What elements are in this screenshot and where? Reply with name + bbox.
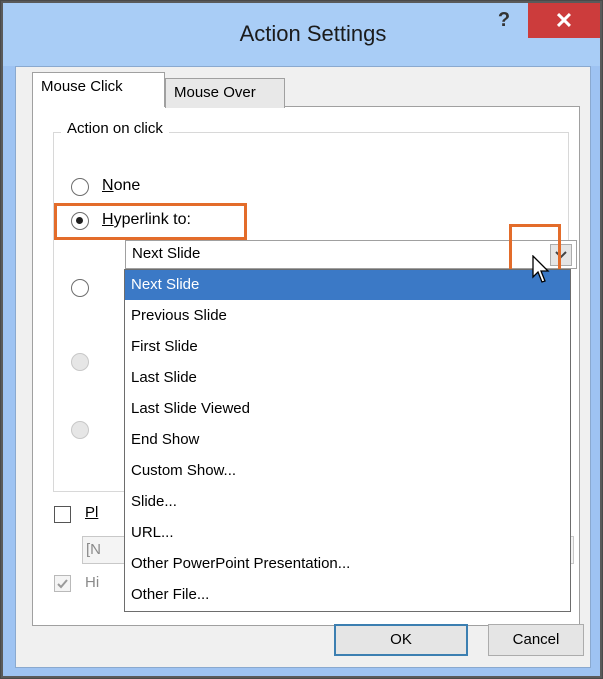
dropdown-item-next-slide[interactable]: Next Slide — [125, 270, 570, 300]
dropdown-item-last-slide-viewed[interactable]: Last Slide Viewed — [125, 394, 570, 424]
dialog-title: Action Settings — [239, 21, 387, 46]
help-button[interactable]: ? — [489, 5, 519, 35]
play-sound-checkbox[interactable] — [54, 506, 71, 523]
option-radio-5 — [71, 421, 89, 439]
dropdown-item-custom-show[interactable]: Custom Show... — [125, 456, 570, 486]
dropdown-item-other-file[interactable]: Other File... — [125, 580, 570, 610]
dropdown-item-other-presentation[interactable]: Other PowerPoint Presentation... — [125, 549, 570, 579]
checkmark-icon — [57, 579, 68, 589]
action-group-label: Action on click — [61, 120, 169, 137]
hyperlink-combo-value: Next Slide — [132, 245, 201, 262]
hyperlink-radio[interactable] — [71, 212, 89, 230]
hyperlink-radio-label[interactable]: Hyperlink to: — [102, 211, 191, 229]
ok-button[interactable]: OK — [334, 624, 468, 656]
tab-mouse-over[interactable]: Mouse Over — [165, 78, 285, 108]
option-radio-3[interactable] — [71, 279, 89, 297]
option-radio-4 — [71, 353, 89, 371]
cancel-button[interactable]: Cancel — [488, 624, 584, 656]
dialog-client: Mouse Click Mouse Over Action on click N… — [15, 66, 591, 668]
dropdown-item-slide[interactable]: Slide... — [125, 487, 570, 517]
dropdown-item-end-show[interactable]: End Show — [125, 425, 570, 455]
highlight-click-label: Hi — [85, 574, 100, 591]
close-icon: ✕ — [554, 8, 574, 33]
none-radio[interactable] — [71, 178, 89, 196]
tab-mouse-click[interactable]: Mouse Click — [32, 72, 165, 107]
dropdown-item-last-slide[interactable]: Last Slide — [125, 363, 570, 393]
hyperlink-dropdown-list: Next Slide Previous Slide First Slide La… — [124, 269, 571, 612]
dropdown-item-first-slide[interactable]: First Slide — [125, 332, 570, 362]
title-bar[interactable]: Action Settings ? ✕ — [3, 3, 600, 66]
dialog-window: Action Settings ? ✕ Mouse Click Mouse Ov… — [3, 3, 600, 676]
none-radio-label[interactable]: None — [102, 177, 140, 195]
close-button[interactable]: ✕ — [528, 3, 600, 38]
play-sound-label[interactable]: Pl — [85, 504, 98, 521]
dropdown-item-previous-slide[interactable]: Previous Slide — [125, 301, 570, 331]
mouse-pointer-icon — [532, 255, 550, 283]
highlight-click-checkbox — [54, 575, 71, 592]
dropdown-item-url[interactable]: URL... — [125, 518, 570, 548]
dialog-frame: Action Settings ? ✕ Mouse Click Mouse Ov… — [0, 0, 603, 679]
sound-combo-value: [N — [86, 541, 101, 558]
